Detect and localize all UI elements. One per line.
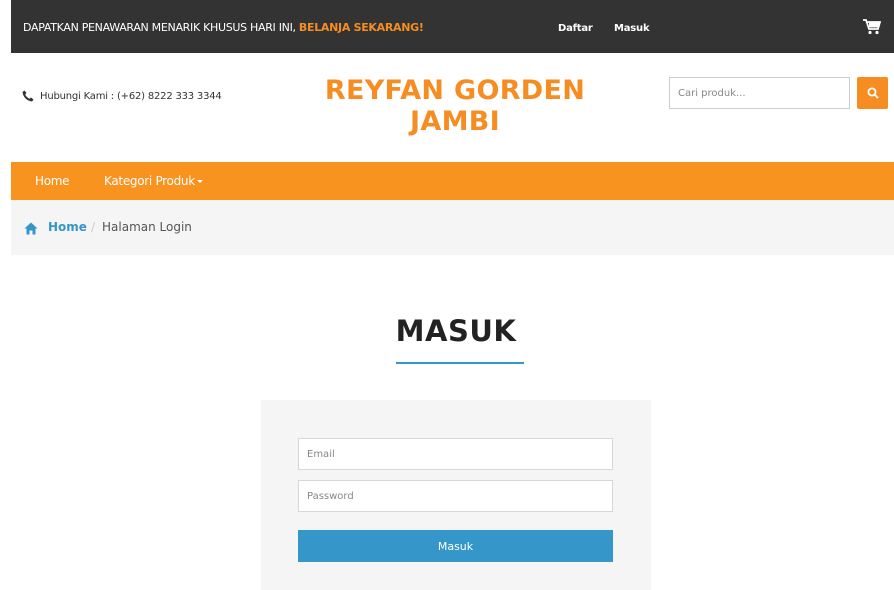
breadcrumb: Home / Halaman Login (11, 200, 894, 255)
search-button[interactable] (857, 77, 888, 109)
breadcrumb-home-link[interactable]: Home (48, 220, 87, 234)
password-field[interactable] (298, 480, 613, 512)
breadcrumb-current: Halaman Login (102, 220, 192, 234)
top-bar: DAPATKAN PENAWARAN MENARIK KHUSUS HARI I… (11, 0, 894, 53)
title-underline (396, 362, 524, 364)
promo-banner: DAPATKAN PENAWARAN MENARIK KHUSUS HARI I… (23, 21, 424, 34)
cart-icon[interactable] (863, 19, 882, 35)
register-link[interactable]: Daftar (558, 23, 593, 34)
login-submit-button[interactable]: Masuk (298, 530, 613, 562)
main-nav: Home Kategori Produk (11, 162, 894, 200)
promo-cta-link[interactable]: BELANJA SEKARANG! (299, 21, 424, 34)
login-link[interactable]: Masuk (614, 23, 650, 34)
brand-name-line1: REYFAN GORDEN (324, 75, 586, 106)
search-icon (867, 84, 879, 103)
search-input[interactable] (669, 77, 850, 109)
nav-item-kategori-produk[interactable]: Kategori Produk (104, 174, 203, 188)
login-form: Masuk (261, 400, 651, 590)
breadcrumb-separator: / (91, 220, 96, 234)
brand-name-line2: JAMBI (410, 106, 500, 137)
contact-text: Hubungi Kami : (+62) 8222 333 3344 (40, 91, 222, 102)
home-icon[interactable] (24, 220, 38, 239)
contact-info: Hubungi Kami : (+62) 8222 333 3344 (22, 87, 222, 106)
nav-item-label: Kategori Produk (104, 174, 195, 188)
email-field[interactable] (298, 438, 613, 470)
promo-text: DAPATKAN PENAWARAN MENARIK KHUSUS HARI I… (23, 21, 299, 34)
nav-item-home[interactable]: Home (35, 174, 70, 188)
phone-icon (22, 87, 34, 106)
page-title: MASUK (395, 314, 517, 348)
site-logo[interactable]: REYFAN GORDEN JAMBI (320, 75, 590, 137)
caret-down-icon (196, 180, 203, 183)
